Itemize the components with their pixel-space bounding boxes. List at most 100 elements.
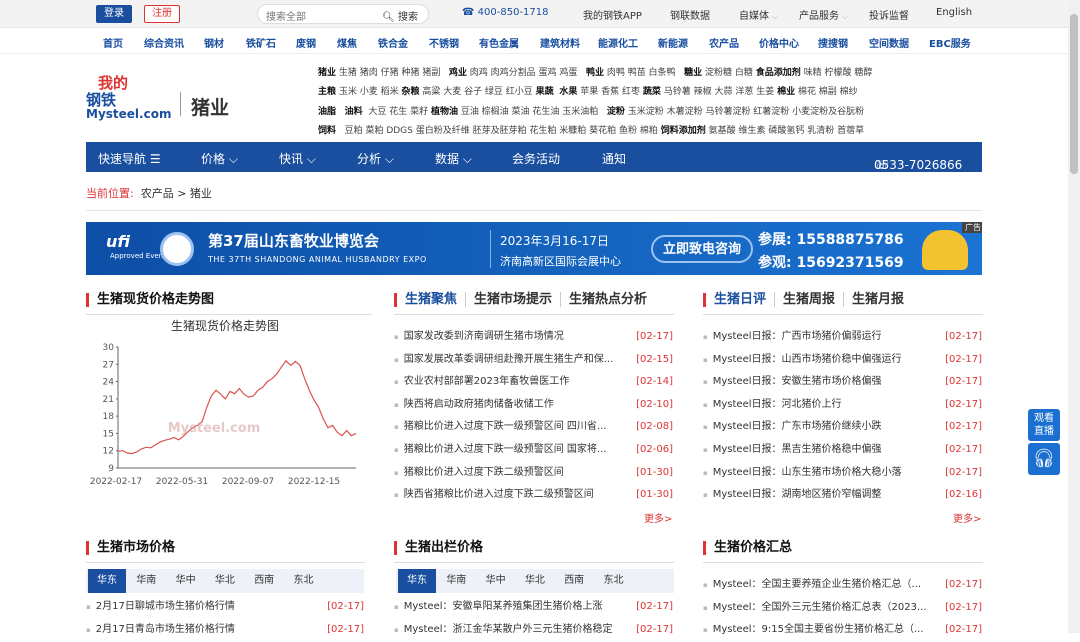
region-tab[interactable]: 华北 (206, 569, 244, 593)
list-item[interactable]: Mysteel：全国外三元生猪价格汇总表（2023... [02-17] (703, 597, 982, 620)
news-title[interactable]: Mysteel：安徽阜阳某养殖集团生猪价格上涨 (404, 596, 603, 619)
region-tab[interactable]: 华东 (398, 569, 436, 593)
products-menu[interactable]: 产品服务 ⌵ (799, 7, 848, 22)
register-button[interactable]: 注册 (144, 5, 180, 23)
list-item[interactable]: 国家发展改革委调研组赴豫开展生猪生产和保... [02-15] (394, 349, 673, 372)
region-tab[interactable]: 华南 (437, 569, 475, 593)
news-title[interactable]: Mysteel日报：山东生猪市场价格大稳小落 (713, 462, 902, 485)
channel-sousou[interactable]: 搜搜钢 (818, 35, 848, 50)
channel-coke[interactable]: 煤焦 (337, 35, 357, 50)
news-title[interactable]: Mysteel日报：黑吉生猪价格稳中偏强 (713, 439, 882, 462)
list-item[interactable]: 2月17日聊城市场生猪价格行情 [02-17] (86, 596, 364, 619)
tab-hot-analysis[interactable]: 生猪热点分析 (561, 292, 655, 307)
live-button[interactable]: 观看直播 (1028, 409, 1060, 441)
region-tab[interactable]: 东北 (595, 569, 633, 593)
channel-alloy[interactable]: 铁合金 (378, 35, 408, 50)
complaint-link[interactable]: 投诉监督 (869, 7, 909, 22)
nav-flash[interactable]: 快讯 ⌵ (279, 150, 316, 167)
channel-price[interactable]: 价格中心 (759, 35, 799, 50)
focus-more-link[interactable]: 更多> (644, 510, 672, 525)
login-button[interactable]: 登录 (96, 5, 132, 23)
news-title[interactable]: 陕西将启动政府猪肉储备收储工作 (404, 394, 554, 417)
news-title[interactable]: 2月17日青岛市场生猪价格行情 (96, 619, 235, 642)
channel-home[interactable]: 首页 (103, 35, 123, 50)
tab-monthly[interactable]: 生猪月报 (844, 292, 912, 307)
channel-spatial[interactable]: 空间数据 (869, 35, 909, 50)
nav-analysis[interactable]: 分析 ⌵ (357, 150, 394, 167)
channel-building[interactable]: 建筑材料 (540, 35, 580, 50)
media-menu[interactable]: 自媒体 ⌵ (739, 7, 778, 22)
channel-ore[interactable]: 铁矿石 (246, 35, 276, 50)
list-item[interactable]: 2月17日青岛市场生猪价格行情 [02-17] (86, 619, 364, 642)
news-title[interactable]: Mysteel日报：广西市场猪价偏弱运行 (713, 326, 882, 349)
news-title[interactable]: 陕西省猪粮比价进入过度下跌二级预警区间 (404, 484, 594, 507)
list-item[interactable]: Mysteel日报：湖南地区猪价窄幅调整 [02-16] (703, 484, 982, 507)
news-title[interactable]: 农业农村部部署2023年畜牧兽医工作 (404, 371, 569, 394)
list-item[interactable]: Mysteel日报：黑吉生猪价格稳中偏强 [02-17] (703, 439, 982, 462)
channel-news[interactable]: 综合资讯 (144, 35, 184, 50)
news-title[interactable]: Mysteel日报：广东市场猪价继续小跌 (713, 416, 882, 439)
nav-quick[interactable]: 快速导航 ☰ (98, 150, 161, 167)
banner-cta-button[interactable]: 立即致电咨询 (651, 235, 754, 263)
list-item[interactable]: Mysteel日报：山西市场猪价稳中偏强运行 [02-17] (703, 349, 982, 372)
news-title[interactable]: Mysteel日报：山西市场猪价稳中偏强运行 (713, 349, 902, 372)
channel-newenergy[interactable]: 新能源 (658, 35, 688, 50)
region-tab[interactable]: 西南 (245, 569, 283, 593)
english-link[interactable]: English (936, 7, 972, 18)
region-tab[interactable]: 东北 (285, 569, 323, 593)
data-link[interactable]: 钢联数据 (670, 7, 710, 22)
search-button[interactable]: 🔍︎ 搜索 (382, 8, 418, 23)
tab-weekly[interactable]: 生猪周报 (775, 292, 845, 307)
list-item[interactable]: Mysteel：9:15全国主要省份生猪价格汇总（... [02-17] (703, 619, 982, 642)
list-item[interactable]: Mysteel：全国主要养殖企业生猪价格汇总（... [02-17] (703, 574, 982, 597)
list-item[interactable]: Mysteel：浙江金华某散户外三元生猪价格稳定 [02-17] (394, 619, 673, 642)
list-item[interactable]: Mysteel日报：广东市场猪价继续小跌 [02-17] (703, 416, 982, 439)
channel-nonferrous[interactable]: 有色金属 (479, 35, 519, 50)
list-item[interactable]: 农业农村部部署2023年畜牧兽医工作 [02-14] (394, 371, 673, 394)
channel-energy[interactable]: 能源化工 (598, 35, 638, 50)
news-title[interactable]: 2月17日聊城市场生猪价格行情 (96, 596, 235, 619)
list-item[interactable]: Mysteel：安徽阜阳某养殖集团生猪价格上涨 [02-17] (394, 596, 673, 619)
keyword-row[interactable]: 油脂 油料 大豆 花生 菜籽 植物油 豆油 棕榈油 菜油 花生油 玉米油粕 淀粉… (318, 104, 864, 117)
nav-notice[interactable]: 通知 (602, 150, 626, 167)
app-link[interactable]: 我的钢铁APP (583, 7, 642, 22)
nav-events[interactable]: 会务活动 (512, 150, 560, 167)
support-headset-icon[interactable]: 🎧︎ (1028, 443, 1060, 475)
keyword-row[interactable]: 饲料 豆粕 菜粕 DDGS 蛋白粉及纤维 胚芽及胚芽粕 花生粕 米糠粕 葵花粕 … (318, 123, 864, 136)
region-tab[interactable]: 华中 (167, 569, 205, 593)
list-item[interactable]: Mysteel日报：河北猪价上行 [02-17] (703, 394, 982, 417)
channel-steel[interactable]: 钢材 (204, 35, 224, 50)
channel-agri[interactable]: 农产品 (709, 35, 739, 50)
nav-data[interactable]: 数据 ⌵ (435, 150, 472, 167)
scrollbar-thumb[interactable] (1070, 14, 1078, 174)
scrollbar[interactable] (1068, 0, 1080, 633)
nav-price[interactable]: 价格 ⌵ (201, 150, 238, 167)
list-item[interactable]: 陕西省猪粮比价进入过度下跌二级预警区间 [01-30] (394, 484, 673, 507)
ad-banner[interactable]: ufi Approved Event 第37届山东畜牧业博览会 THE 37TH… (86, 222, 982, 275)
keyword-row[interactable]: 猪业 生猪 猪肉 仔猪 种猪 猪副 鸡业 肉鸡 肉鸡分割品 蛋鸡 鸡蛋 鸭业 肉… (318, 65, 872, 78)
search-input[interactable] (258, 8, 368, 27)
region-tab[interactable]: 华北 (516, 569, 554, 593)
list-item[interactable]: 猪粮比价进入过度下跌一级预警区间 四川省... [02-08] (394, 416, 673, 439)
daily-more-link[interactable]: 更多> (953, 510, 981, 525)
list-item[interactable]: 陕西将启动政府猪肉储备收储工作 [02-10] (394, 394, 673, 417)
region-tab[interactable]: 西南 (555, 569, 593, 593)
news-title[interactable]: Mysteel：9:15全国主要省份生猪价格汇总（... (713, 619, 924, 642)
news-title[interactable]: Mysteel日报：湖南地区猪价窄幅调整 (713, 484, 882, 507)
keyword-row[interactable]: 主粮 玉米 小麦 稻米 杂粮 高粱 大麦 谷子 绿豆 红小豆 果蔬 水果 苹果 … (318, 84, 858, 97)
tab-market-tips[interactable]: 生猪市场提示 (466, 292, 562, 307)
region-tab[interactable]: 华东 (88, 569, 126, 593)
news-title[interactable]: 国家发改委到济南调研生猪市场情况 (404, 326, 564, 349)
news-title[interactable]: Mysteel日报：安徽生猪市场价格偏强 (713, 371, 882, 394)
tab-focus[interactable]: 生猪聚焦 (397, 292, 467, 307)
region-tab[interactable]: 华南 (127, 569, 165, 593)
list-item[interactable]: Mysteel日报：广西市场猪价偏弱运行 [02-17] (703, 326, 982, 349)
list-item[interactable]: Mysteel日报：安徽生猪市场价格偏强 [02-17] (703, 371, 982, 394)
news-title[interactable]: Mysteel：浙江金华某散户外三元生猪价格稳定 (404, 619, 613, 642)
channel-stainless[interactable]: 不锈钢 (429, 35, 459, 50)
list-item[interactable]: 猪粮比价进入过度下跌一级预警区间 国家将... [02-06] (394, 439, 673, 462)
news-title[interactable]: 国家发展改革委调研组赴豫开展生猪生产和保... (404, 349, 614, 372)
news-title[interactable]: Mysteel：全国主要养殖企业生猪价格汇总（... (713, 574, 921, 597)
news-title[interactable]: 猪粮比价进入过度下跌一级预警区间 四川省... (404, 416, 607, 439)
list-item[interactable]: 国家发改委到济南调研生猪市场情况 [02-17] (394, 326, 673, 349)
